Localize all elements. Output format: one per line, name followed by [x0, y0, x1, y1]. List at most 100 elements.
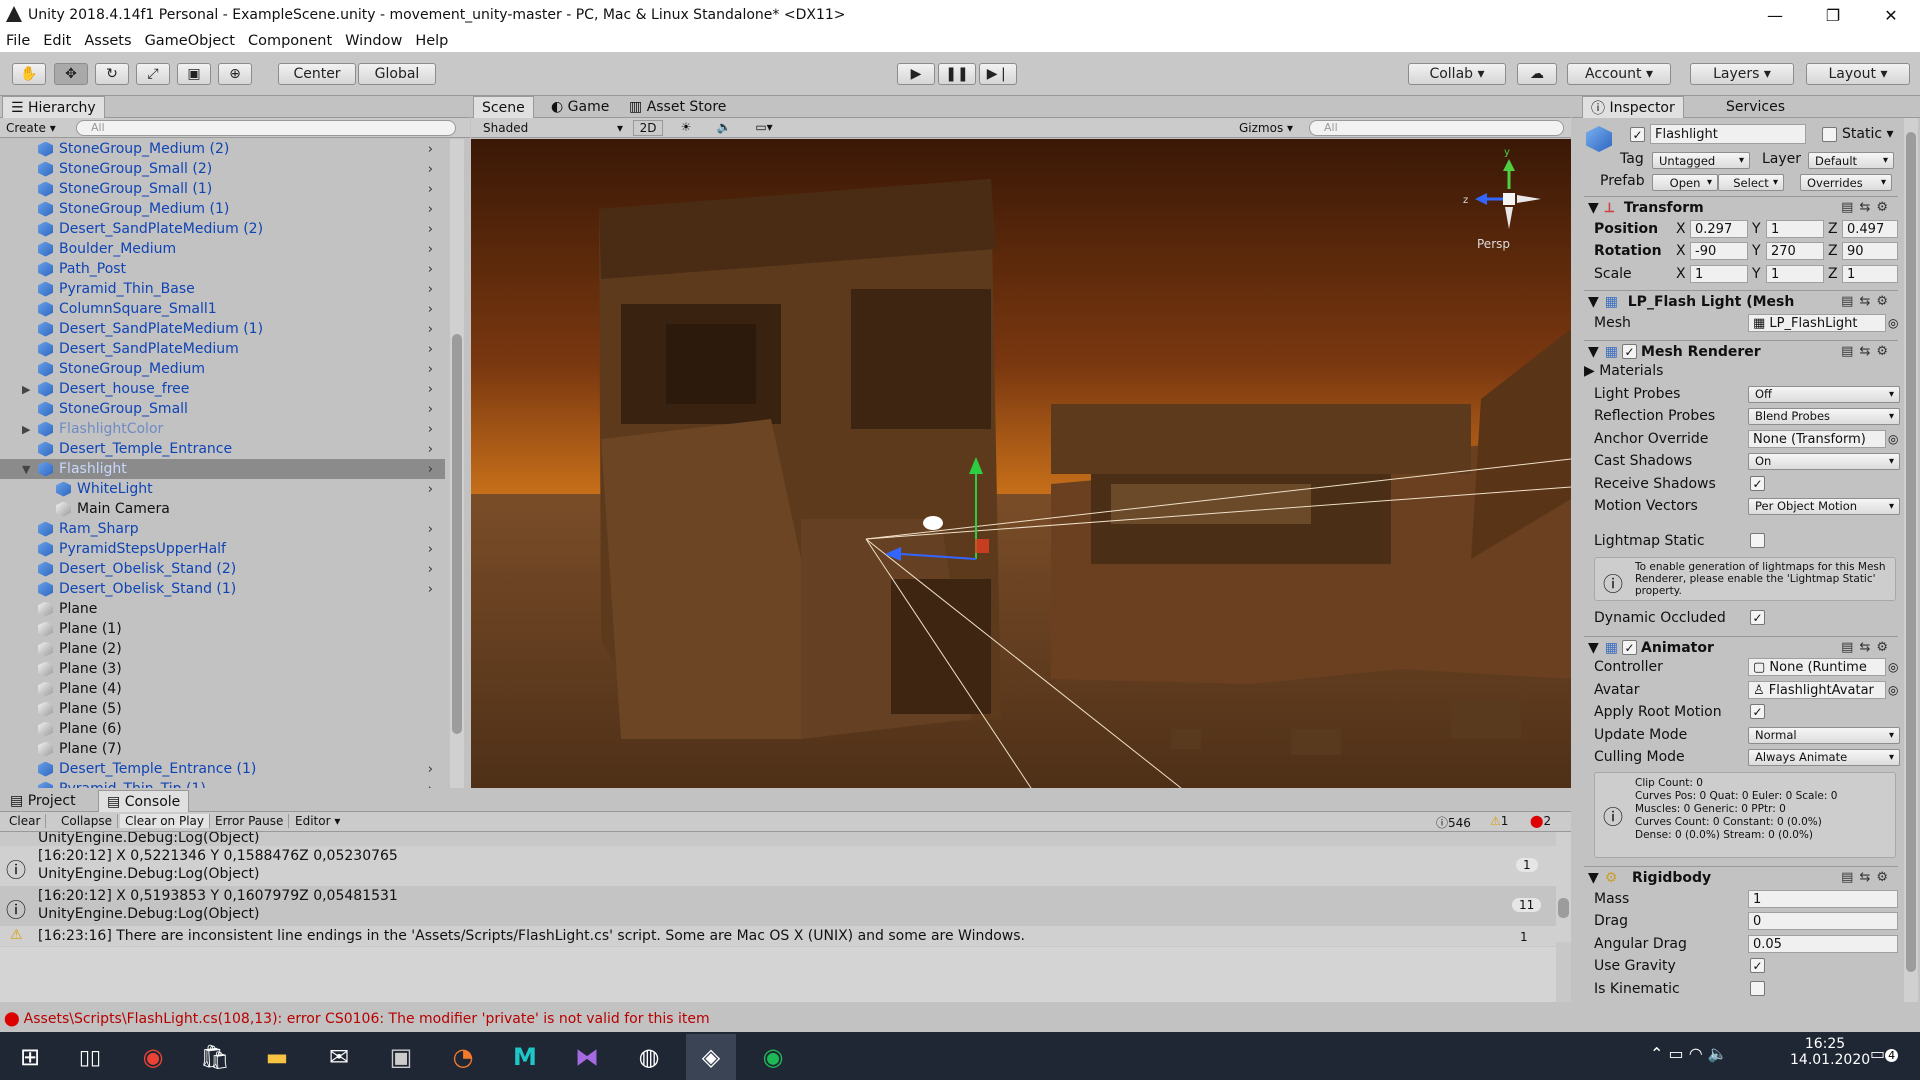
- log-entry[interactable]: ⓘ [16:20:12] X 0,5193853 Y 0,1607979Z 0,…: [0, 886, 1556, 926]
- 2d-toggle-button[interactable]: 2D: [633, 120, 663, 136]
- error-pause-button[interactable]: Error Pause: [210, 814, 290, 828]
- controller-field[interactable]: ▢ None (Runtime: [1748, 658, 1886, 676]
- expand-arrow-icon[interactable]: ▶: [22, 383, 30, 396]
- pivot-global-button[interactable]: Global: [358, 63, 436, 85]
- clock[interactable]: 16:25 14.01.2020: [1790, 1036, 1870, 1068]
- mass-input[interactable]: 1: [1748, 890, 1898, 908]
- lightmap-static-checkbox[interactable]: [1750, 533, 1765, 548]
- position-z-input[interactable]: 0.497: [1842, 220, 1898, 238]
- hierarchy-item[interactable]: StoneGroup_Small ›: [0, 399, 445, 419]
- menu-edit[interactable]: Edit: [43, 33, 71, 49]
- hierarchy-item[interactable]: Desert_Temple_Entrance (1) ›: [0, 759, 445, 779]
- hierarchy-item[interactable]: ▶ Desert_house_free ›: [0, 379, 445, 399]
- cast-shadows-dropdown[interactable]: On: [1748, 452, 1900, 470]
- hierarchy-item[interactable]: Desert_Obelisk_Stand (1) ›: [0, 579, 445, 599]
- anchor-override-field[interactable]: None (Transform): [1748, 430, 1886, 448]
- rigidbody-menu-icons[interactable]: ▤⇆⚙: [1841, 870, 1894, 885]
- hierarchy-item[interactable]: Plane: [0, 599, 445, 619]
- console-scrollbar[interactable]: [1556, 832, 1571, 942]
- hierarchy-item[interactable]: Desert_Obelisk_Stand (2) ›: [0, 559, 445, 579]
- move-tool-icon[interactable]: ✥: [54, 63, 88, 85]
- tab-inspector[interactable]: ⓘ Inspector: [1582, 96, 1684, 118]
- hand-tool-icon[interactable]: ✋: [12, 63, 46, 85]
- camera-gizmo-icon[interactable]: [923, 516, 943, 530]
- hierarchy-item[interactable]: StoneGroup_Small (2) ›: [0, 159, 445, 179]
- persp-label[interactable]: Persp: [1477, 237, 1510, 251]
- close-button[interactable]: ✕: [1862, 0, 1920, 30]
- prefab-overrides-dropdown[interactable]: Overrides: [1800, 174, 1892, 191]
- maya-icon[interactable]: M: [500, 1034, 550, 1080]
- menu-file[interactable]: File: [6, 33, 30, 49]
- open-prefab-chevron-icon[interactable]: ›: [428, 562, 433, 577]
- expand-arrow-icon[interactable]: ▼: [22, 463, 30, 476]
- open-prefab-chevron-icon[interactable]: ›: [428, 422, 433, 437]
- collapse-button[interactable]: Collapse: [56, 814, 118, 828]
- expand-arrow-icon[interactable]: ▶: [22, 423, 30, 436]
- minimize-button[interactable]: —: [1746, 0, 1804, 30]
- tab-hierarchy[interactable]: ☰ Hierarchy: [2, 96, 105, 118]
- hierarchy-item[interactable]: Plane (2): [0, 639, 445, 659]
- pivot-center-button[interactable]: Center: [278, 63, 356, 85]
- hierarchy-item[interactable]: Desert_SandPlateMedium (2) ›: [0, 219, 445, 239]
- hierarchy-item[interactable]: Plane (4): [0, 679, 445, 699]
- object-name-input[interactable]: Flashlight: [1650, 124, 1806, 144]
- hierarchy-item[interactable]: Plane (6): [0, 719, 445, 739]
- open-prefab-chevron-icon[interactable]: ›: [428, 782, 433, 789]
- static-checkbox[interactable]: [1822, 127, 1837, 142]
- materials-row[interactable]: ▶ Materials: [1584, 360, 1898, 382]
- tab-game[interactable]: ◐ Game: [543, 96, 617, 118]
- log-count-toggle[interactable]: ⓘ546: [1436, 814, 1471, 831]
- play-button[interactable]: ▶: [897, 63, 935, 85]
- component-menu-icons[interactable]: ▤⇆⚙: [1841, 200, 1894, 215]
- clear-button[interactable]: Clear: [4, 814, 47, 828]
- open-prefab-chevron-icon[interactable]: ›: [428, 462, 433, 477]
- layers-dropdown[interactable]: Layers ▾: [1690, 63, 1794, 85]
- tab-console[interactable]: ▤ Console: [98, 790, 190, 812]
- task-view-icon[interactable]: ▯▯: [65, 1034, 115, 1080]
- open-prefab-chevron-icon[interactable]: ›: [428, 202, 433, 217]
- tab-asset-store[interactable]: ▥ Asset Store: [621, 96, 734, 118]
- open-prefab-chevron-icon[interactable]: ›: [428, 382, 433, 397]
- open-prefab-chevron-icon[interactable]: ›: [428, 542, 433, 557]
- open-prefab-chevron-icon[interactable]: ›: [428, 302, 433, 317]
- hierarchy-item[interactable]: Plane (7): [0, 739, 445, 759]
- meshrenderer-header[interactable]: ▼ ▦ ✓ Mesh Renderer ▤⇆⚙: [1584, 340, 1898, 362]
- meshrenderer-enabled-checkbox[interactable]: ✓: [1622, 344, 1638, 359]
- receive-shadows-checkbox[interactable]: ✓: [1750, 476, 1765, 491]
- open-prefab-chevron-icon[interactable]: ›: [428, 762, 433, 777]
- active-checkbox[interactable]: ✓: [1630, 127, 1645, 142]
- mesh-picker-icon[interactable]: ◎: [1888, 316, 1898, 330]
- menu-help[interactable]: Help: [415, 33, 448, 49]
- effects-dropdown-icon[interactable]: ▭▾: [747, 120, 781, 134]
- pause-button[interactable]: ❚❚: [938, 63, 976, 85]
- meshrenderer-menu-icons[interactable]: ▤⇆⚙: [1841, 344, 1894, 359]
- animator-header[interactable]: ▼ ▦ ✓ Animator ▤⇆⚙: [1584, 636, 1898, 658]
- avatar-picker-icon[interactable]: ◎: [1888, 683, 1898, 697]
- open-prefab-chevron-icon[interactable]: ›: [428, 442, 433, 457]
- account-dropdown[interactable]: Account ▾: [1567, 63, 1671, 85]
- error-count-toggle[interactable]: ⬤2: [1530, 814, 1551, 828]
- notification-icon[interactable]: ▭ 4: [1870, 1044, 1899, 1063]
- hierarchy-item[interactable]: Plane (1): [0, 619, 445, 639]
- rigidbody-header[interactable]: ▼ ⚙ Rigidbody ▤⇆⚙: [1584, 866, 1898, 888]
- open-prefab-chevron-icon[interactable]: ›: [428, 282, 433, 297]
- open-prefab-chevron-icon[interactable]: ›: [428, 522, 433, 537]
- status-bar[interactable]: ⬤ Assets\Scripts\FlashLight.cs(108,13): …: [0, 1006, 1920, 1032]
- anchor-picker-icon[interactable]: ◎: [1888, 432, 1898, 446]
- app-icon[interactable]: ▣: [376, 1034, 426, 1080]
- update-mode-dropdown[interactable]: Normal: [1748, 726, 1900, 744]
- cloud-icon[interactable]: ☁: [1517, 63, 1557, 85]
- hierarchy-item[interactable]: ColumnSquare_Small1 ›: [0, 299, 445, 319]
- rotation-y-input[interactable]: 270: [1766, 242, 1824, 260]
- transform-tool-icon[interactable]: ⊕: [218, 63, 252, 85]
- tab-project[interactable]: ▤ Project: [2, 790, 84, 812]
- rect-tool-icon[interactable]: ▣: [177, 63, 211, 85]
- hierarchy-item[interactable]: Desert_SandPlateMedium ›: [0, 339, 445, 359]
- open-prefab-chevron-icon[interactable]: ›: [428, 162, 433, 177]
- mesh-field[interactable]: ▦ LP_FlashLight: [1748, 314, 1886, 332]
- editor-dropdown[interactable]: Editor ▾: [290, 814, 345, 828]
- gizmos-dropdown[interactable]: Gizmos ▾: [1239, 121, 1299, 135]
- hierarchy-scrollbar[interactable]: [450, 139, 464, 788]
- hierarchy-item[interactable]: StoneGroup_Medium (2) ›: [0, 139, 445, 159]
- hierarchy-search-input[interactable]: All: [76, 120, 456, 136]
